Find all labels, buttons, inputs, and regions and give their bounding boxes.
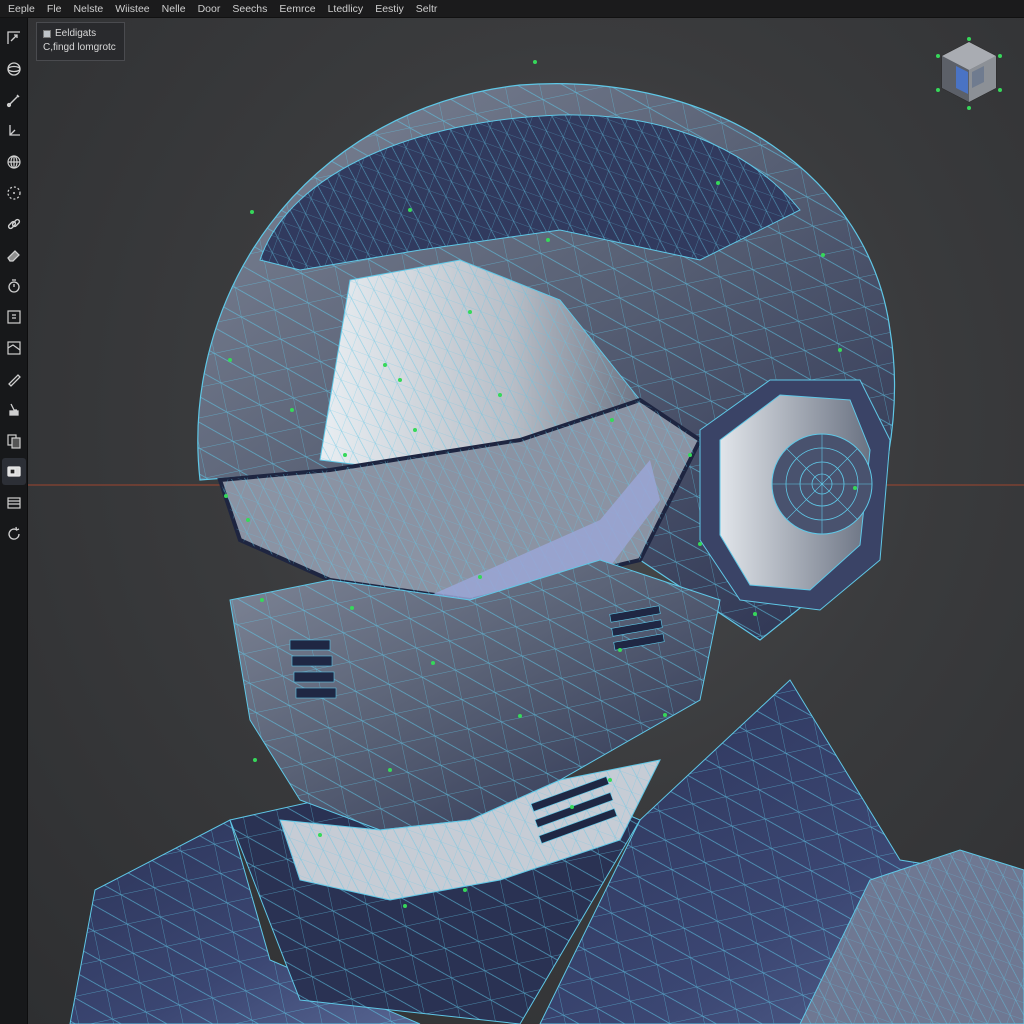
knife-icon [7,373,21,387]
paint-tool-button[interactable] [2,396,26,423]
helmet-mesh-render [28,60,1024,1024]
paint-icon [8,403,19,416]
grid-select-tool-button[interactable] [2,303,26,330]
brush-tool-button[interactable] [2,86,26,113]
copy-tool-button[interactable] [2,427,26,454]
grid-select-icon [6,309,21,324]
knife-tool-button[interactable] [2,365,26,392]
menu-bar: Eeple Fle Nelste Wiistee Nelle Door Seec… [0,0,1024,18]
link-icon [7,218,20,229]
eraser-tool-button[interactable] [2,241,26,268]
refresh-icon [7,526,20,540]
copy-icon [6,433,21,449]
menu-item-eestiy[interactable]: Eestiy [369,0,410,18]
brush-icon [6,94,19,107]
navigation-cube-gizmo[interactable] [934,36,1004,112]
circle-dots-icon [6,185,21,200]
layers-tool-button[interactable] [2,489,26,516]
refresh-tool-button[interactable] [2,520,26,547]
circle-dots-tool-button[interactable] [2,179,26,206]
eraser-icon [6,249,20,262]
globe-tool-button[interactable] [2,148,26,175]
info-checkbox[interactable] [43,30,51,38]
menu-item-wiistee[interactable]: Wiistee [109,0,155,18]
move-tool-button[interactable] [2,24,26,51]
viewport-info-panel: Eeldigats C,fingd lomgrotc [36,22,125,61]
view-sphere-icon [6,61,21,76]
menu-item-ltedlicy[interactable]: Ltedlicy [322,0,370,18]
modeling-app-window: Eeple Fle Nelste Wiistee Nelle Door Seec… [0,0,1024,1024]
menu-item-door[interactable]: Door [192,0,227,18]
display-tool-button[interactable] [1,458,26,485]
view-sphere-tool-button[interactable] [2,55,26,82]
menu-item-eemrce[interactable]: Eemrce [273,0,321,18]
ear-module [699,379,891,611]
globe-icon [6,154,21,169]
info-title: Eeldigats [55,28,97,39]
3d-viewport[interactable]: Eeldigats C,fingd lomgrotc [28,18,1024,1024]
menu-item-seltr[interactable]: Seltr [410,0,444,18]
menu-item-file[interactable]: Fle [41,0,68,18]
tool-shelf [0,18,28,1024]
menu-item-eeple[interactable]: Eeple [2,0,41,18]
info-subtitle: C,fingd lomgrotc [43,42,116,53]
frame-icon [6,340,21,355]
menu-item-nelle[interactable]: Nelle [156,0,192,18]
timer-tool-button[interactable] [2,272,26,299]
layers-icon [6,496,21,509]
axis-tool-button[interactable] [2,117,26,144]
frame-tool-button[interactable] [2,334,26,361]
move-icon [6,30,20,44]
link-tool-button[interactable] [2,210,26,237]
timer-icon [7,278,20,293]
display-icon [6,465,21,477]
menu-item-seechs[interactable]: Seechs [226,0,273,18]
menu-item-nelste[interactable]: Nelste [67,0,109,18]
axis-icon [8,124,20,136]
